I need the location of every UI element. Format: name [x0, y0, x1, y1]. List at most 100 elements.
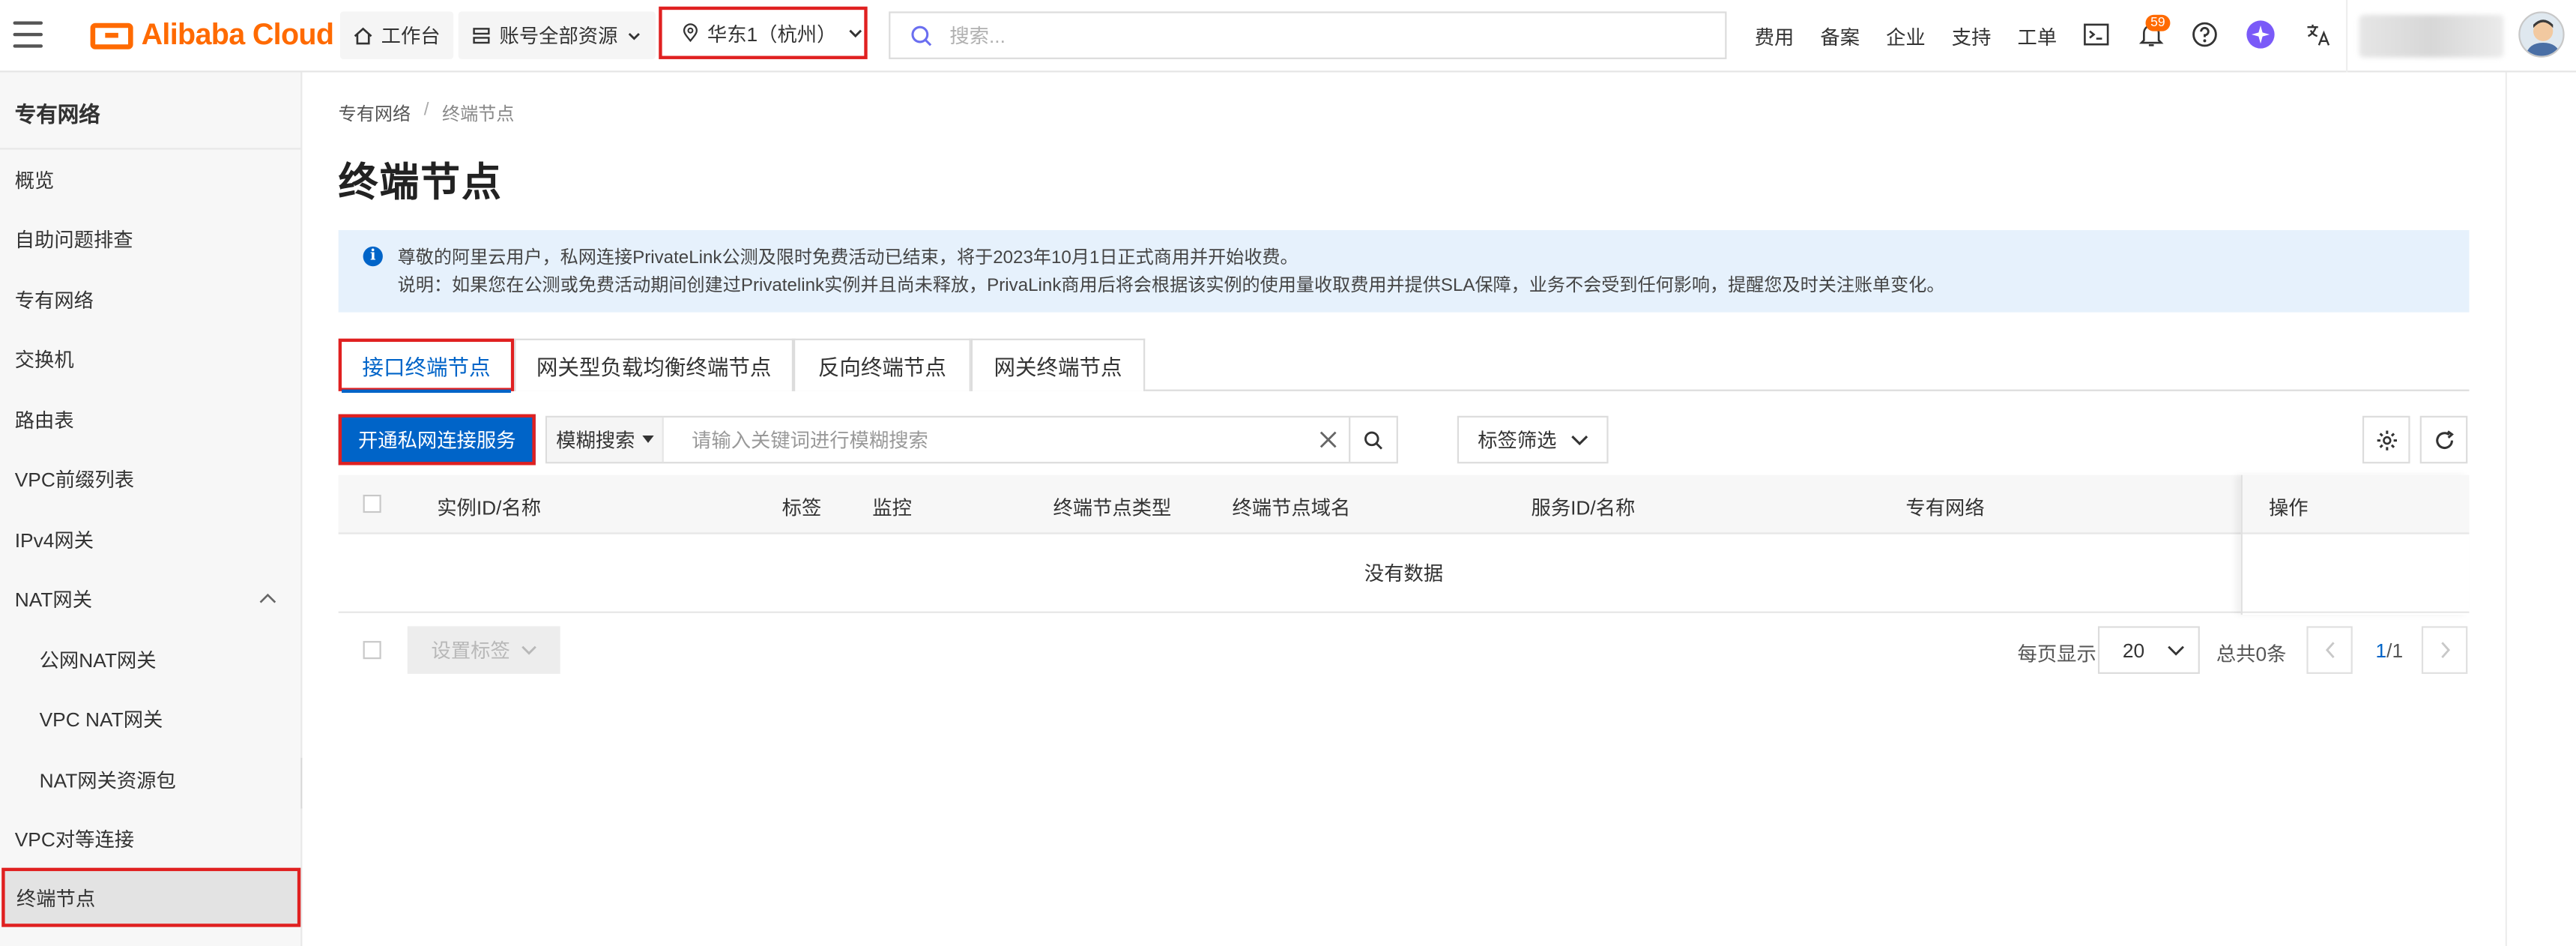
stack-icon: [473, 27, 490, 43]
notification-count-badge: 59: [2145, 14, 2171, 31]
page-title: 终端节点: [338, 160, 503, 206]
sidebar-title: 专有网络: [14, 101, 100, 127]
sidebar-item-label: 专有网络: [14, 288, 94, 312]
home-icon: [354, 26, 372, 44]
endpoint-type-tabs: 接口终端节点 网关型负载均衡终端节点 反向终端节点 网关终端节点: [338, 338, 2470, 394]
actions-column-sticky: [2240, 474, 2470, 615]
search-icon: [1364, 430, 1382, 449]
sidebar-item-endpoints[interactable]: 终端节点: [1, 867, 301, 927]
sidebar-item-nat-gateway[interactable]: NAT网关: [0, 569, 300, 628]
nav-support[interactable]: 支持: [1952, 23, 1992, 51]
nav-enterprise[interactable]: 企业: [1886, 23, 1926, 51]
sidebar-item-overview[interactable]: 概览: [0, 150, 300, 209]
create-privatelink-button[interactable]: 开通私网连接服务: [338, 414, 536, 466]
tab-reverse-endpoint[interactable]: 反向终端节点: [793, 338, 971, 391]
tab-gateway-endpoint[interactable]: 网关终端节点: [970, 338, 1146, 391]
column-header-endpoint-domain: 终端节点域名: [1232, 496, 1351, 519]
refresh-icon: [2435, 430, 2453, 448]
column-header-endpoint-type: 终端节点类型: [1053, 496, 1172, 519]
sidebar-item-prefix-list[interactable]: VPC前缀列表: [0, 449, 300, 508]
tab-gwlb-endpoint[interactable]: 网关型负载均衡终端节点: [514, 338, 794, 391]
chevron-left-icon: [2324, 642, 2334, 658]
total-count: 总共0条: [2216, 642, 2287, 666]
per-page-value: 20: [2122, 638, 2145, 662]
language-icon[interactable]: [2303, 19, 2332, 49]
search-filter-group: 模糊搜索: [545, 415, 1398, 464]
table-footer: 设置标签 每页显示 20 总共0条 1/1: [339, 626, 2470, 675]
caret-down-icon: [641, 436, 653, 443]
breadcrumb-separator: /: [423, 100, 429, 121]
sidebar-item-label: 路由表: [14, 408, 74, 432]
chevron-down-icon: [628, 31, 640, 40]
tag-filter-dropdown[interactable]: 标签筛选: [1457, 415, 1609, 464]
per-page-select[interactable]: 20: [2097, 626, 2200, 674]
next-page-button[interactable]: [2421, 626, 2468, 674]
set-tags-button[interactable]: 设置标签: [407, 626, 560, 674]
refresh-button[interactable]: [2419, 415, 2468, 464]
select-all-checkbox[interactable]: [363, 494, 381, 513]
nav-icp-filing[interactable]: 备案: [1820, 23, 1860, 51]
chevron-down-icon: [521, 645, 536, 655]
search-mode-select[interactable]: 模糊搜索: [547, 417, 664, 463]
page-indicator: 1/1: [2375, 639, 2403, 663]
tab-interface-endpoint[interactable]: 接口终端节点: [338, 338, 515, 394]
footer-select-all-checkbox[interactable]: [363, 641, 381, 660]
global-search-placeholder: 搜索...: [949, 24, 1006, 48]
sidebar-item-label: VPC NAT网关: [39, 707, 163, 731]
prev-page-button[interactable]: [2306, 626, 2353, 674]
chevron-down-icon: [2168, 645, 2184, 655]
sidebar-item-label: 交换机: [14, 347, 74, 371]
sidebar-item-label: NAT网关: [14, 587, 93, 611]
region-label: 华东1（杭州）: [707, 22, 837, 46]
sidebar-item-ipv4-gateway[interactable]: IPv4网关: [0, 510, 300, 569]
workbench-button[interactable]: 工作台: [339, 11, 454, 59]
sidebar-item-nat-resource-pack[interactable]: NAT网关资源包: [0, 750, 300, 809]
brand-name: Alibaba Cloud: [141, 18, 334, 51]
sidebar-item-public-nat[interactable]: 公网NAT网关: [0, 630, 300, 689]
account-name-redacted[interactable]: [2359, 14, 2504, 58]
alibaba-cloud-logo[interactable]: Alibaba Cloud: [90, 18, 334, 52]
settings-button[interactable]: [2362, 415, 2410, 464]
search-mode-label: 模糊搜索: [556, 429, 635, 452]
empty-state-row: 没有数据: [338, 534, 2470, 613]
table-header: 实例ID/名称 标签 监控 终端节点类型 终端节点域名 服务ID/名称 专有网络…: [338, 474, 2470, 534]
notice-line-1: 尊敬的阿里云用户，私网连接PrivateLink公测及限时免费活动已结束，将于2…: [397, 248, 1298, 268]
column-header-instance: 实例ID/名称: [437, 496, 542, 519]
set-tags-label: 设置标签: [431, 639, 510, 663]
per-page-label: 每页显示: [2017, 642, 2096, 666]
main-content: 专有网络 / 终端节点 终端节点 i 尊敬的阿里云用户，私网连接PrivateL…: [302, 72, 2506, 946]
column-header-tags: 标签: [781, 496, 822, 519]
sidebar-item-label: 自助问题排查: [14, 227, 133, 251]
avatar[interactable]: [2518, 11, 2565, 58]
chevron-down-icon: [848, 29, 862, 38]
ai-assistant-icon[interactable]: [2246, 19, 2275, 49]
sidebar-item-route-table[interactable]: 路由表: [0, 390, 300, 449]
menu-icon[interactable]: [13, 21, 43, 48]
keyword-search-input[interactable]: [663, 417, 1307, 463]
region-selector[interactable]: 华东1（杭州）: [659, 6, 868, 59]
search-button[interactable]: [1349, 417, 1397, 463]
sidebar-item-vpc-nat[interactable]: VPC NAT网关: [0, 689, 300, 748]
notice-banner: i 尊敬的阿里云用户，私网连接PrivateLink公测及限时免费活动已结束，将…: [338, 229, 2470, 313]
empty-state-text: 没有数据: [1364, 561, 1444, 585]
info-icon: i: [363, 246, 383, 267]
sidebar-item-self-diagnosis[interactable]: 自助问题排查: [0, 208, 300, 268]
sidebar-item-vpc-peering[interactable]: VPC对等连接: [0, 809, 300, 868]
search-icon: [911, 25, 932, 46]
nav-tickets[interactable]: 工单: [2018, 23, 2058, 51]
sidebar: 专有网络 概览 自助问题排查 专有网络 交换机 路由表 VPC前缀列表 IPv4…: [0, 72, 303, 946]
nav-billing[interactable]: 费用: [1755, 23, 1795, 51]
chevron-down-icon: [1570, 434, 1588, 445]
sidebar-item-vpc[interactable]: 专有网络: [0, 270, 300, 329]
sidebar-item-vswitch[interactable]: 交换机: [0, 329, 300, 388]
clear-icon[interactable]: [1306, 418, 1349, 462]
sidebar-item-label: NAT网关资源包: [39, 768, 176, 792]
resource-group-selector[interactable]: 账号全部资源: [458, 11, 656, 59]
chevron-up-icon: [259, 593, 276, 603]
breadcrumb-root-link[interactable]: 专有网络: [339, 100, 411, 127]
help-icon[interactable]: [2190, 19, 2219, 49]
terminal-icon[interactable]: [2081, 19, 2111, 49]
resource-group-label: 账号全部资源: [499, 24, 618, 48]
global-search-input[interactable]: 搜索...: [889, 11, 1727, 59]
tag-filter-label: 标签筛选: [1478, 429, 1557, 452]
